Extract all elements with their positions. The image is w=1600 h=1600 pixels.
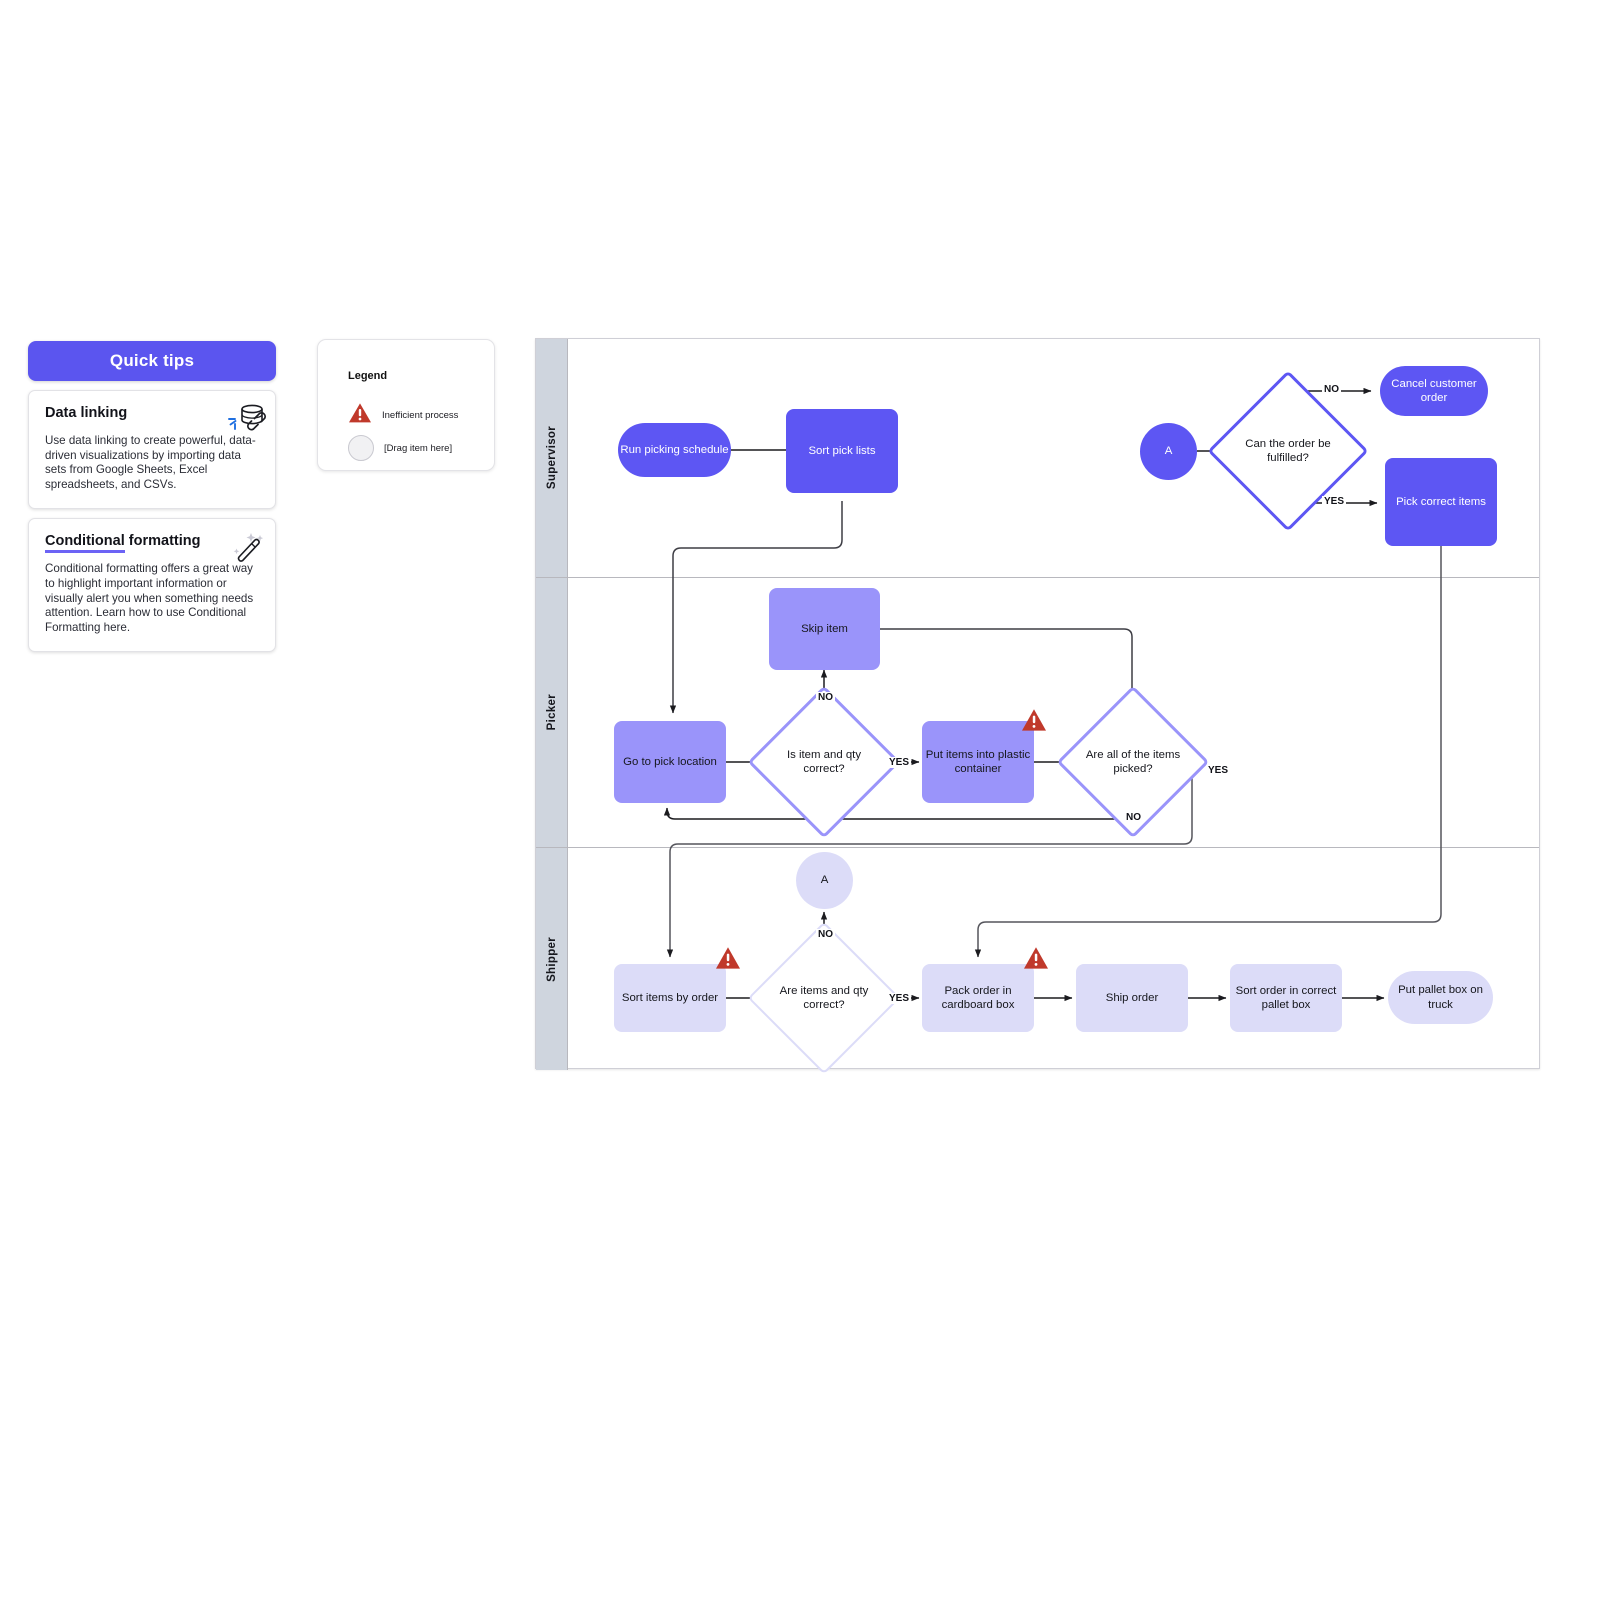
node-connector-a-supervisor[interactable]: A [1140,423,1197,480]
lane-label: Supervisor [545,426,558,490]
node-run-picking-schedule[interactable]: Run picking schedule [618,423,731,477]
edge-label-yes: YES [887,757,912,768]
node-label: Are items and qty correct? [779,984,869,1012]
legend-item-label: Inefficient process [382,410,459,421]
node-sort-pick-lists[interactable]: Sort pick lists [786,409,898,493]
node-label: Is item and qty correct? [786,748,862,776]
node-label: Sort items by order [621,991,719,1004]
edge-label-yes: YES [1322,496,1347,507]
lane-header-shipper[interactable]: Shipper [536,848,568,1070]
magic-wand-icon [227,531,264,563]
quick-tip-card-conditional-formatting[interactable]: Conditional formatting Conditional forma… [28,518,276,653]
edge-label-no: NO [1322,384,1341,395]
node-label: Sort pick lists [808,444,876,457]
edge-label-no: NO [816,692,835,703]
edge-label-yes: YES [887,993,912,1004]
lane-header-picker[interactable]: Picker [536,578,568,847]
quick-tip-title-rest: formatting [124,533,201,550]
node-label: Can the order be fulfilled? [1245,437,1331,465]
lane-label: Shipper [545,936,558,982]
warning-triangle-icon [715,946,741,970]
legend-title: Legend [348,370,388,382]
lane-header-supervisor[interactable]: Supervisor [536,339,568,577]
edge-label-yes: YES [1206,765,1231,776]
warning-triangle-icon [1023,946,1049,970]
node-label: Pack order in cardboard box [941,984,1015,1012]
node-label: Sort order in correct pallet box [1235,984,1337,1012]
node-are-all-items-picked[interactable]: Are all of the items picked? [1056,685,1210,839]
node-can-order-be-fulfilled[interactable]: Can the order be fulfilled? [1207,370,1369,532]
legend-item-inefficient-process: Inefficient process [348,402,458,429]
legend-panel: Legend Inefficient process [Drag item he… [317,339,495,471]
node-is-item-and-qty-correct[interactable]: Is item and qty correct? [747,685,901,839]
node-label: Are all of the items picked? [1085,748,1181,776]
node-label: Put items into plastic container [925,748,1031,776]
node-connector-a-shipper[interactable]: A [796,852,853,909]
node-label: Put pallet box on truck [1398,984,1483,1011]
node-label: A [1164,445,1173,458]
node-label: Skip item [801,622,848,635]
quick-tip-body: Use data linking to create powerful, dat… [45,434,256,491]
quick-tip-body: Conditional formatting offers a great wa… [45,562,254,634]
node-sort-order-in-correct-pallet-box[interactable]: Sort order in correct pallet box [1230,964,1342,1032]
node-sort-items-by-order[interactable]: Sort items by order [614,964,726,1032]
node-pack-order-in-cardboard-box[interactable]: Pack order in cardboard box [922,964,1034,1032]
lane-label: Picker [545,694,558,731]
node-are-items-and-qty-correct[interactable]: Are items and qty correct? [747,921,901,1075]
legend-item-label: [Drag item here] [384,442,453,454]
warning-triangle-icon [348,402,372,429]
node-skip-item[interactable]: Skip item [769,588,880,670]
node-label: Run picking schedule [620,443,729,456]
node-label: Pick correct items [1396,495,1486,508]
quick-tips-panel: Quick tips Data linking Use data linking… [28,341,276,653]
quick-tip-title-underlined: Conditional [45,533,125,554]
diagram-canvas: Quick tips Data linking Use data linking… [0,0,1600,1600]
edge-label-no: NO [1124,812,1143,823]
legend-item-drag-here[interactable]: [Drag item here] [348,435,452,461]
edge-label-no: NO [816,929,835,940]
node-cancel-customer-order[interactable]: Cancel customer order [1380,366,1488,416]
quick-tips-header: Quick tips [28,341,276,381]
node-put-items-into-plastic-container[interactable]: Put items into plastic container [922,721,1034,803]
database-link-icon [227,403,266,433]
node-label: Go to pick location [623,755,717,768]
quick-tip-card-data-linking[interactable]: Data linking Use data linking to create … [28,390,276,510]
node-label: Ship order [1105,991,1159,1004]
node-label: Cancel customer order [1391,377,1477,405]
node-pick-correct-items[interactable]: Pick correct items [1385,458,1497,546]
node-ship-order[interactable]: Ship order [1076,964,1188,1032]
warning-triangle-icon [1021,708,1047,732]
node-go-to-pick-location[interactable]: Go to pick location [614,721,726,803]
node-label: A [820,874,829,887]
drop-circle-icon [348,435,374,461]
node-put-pallet-box-on-truck[interactable]: Put pallet box on truck [1388,971,1493,1024]
